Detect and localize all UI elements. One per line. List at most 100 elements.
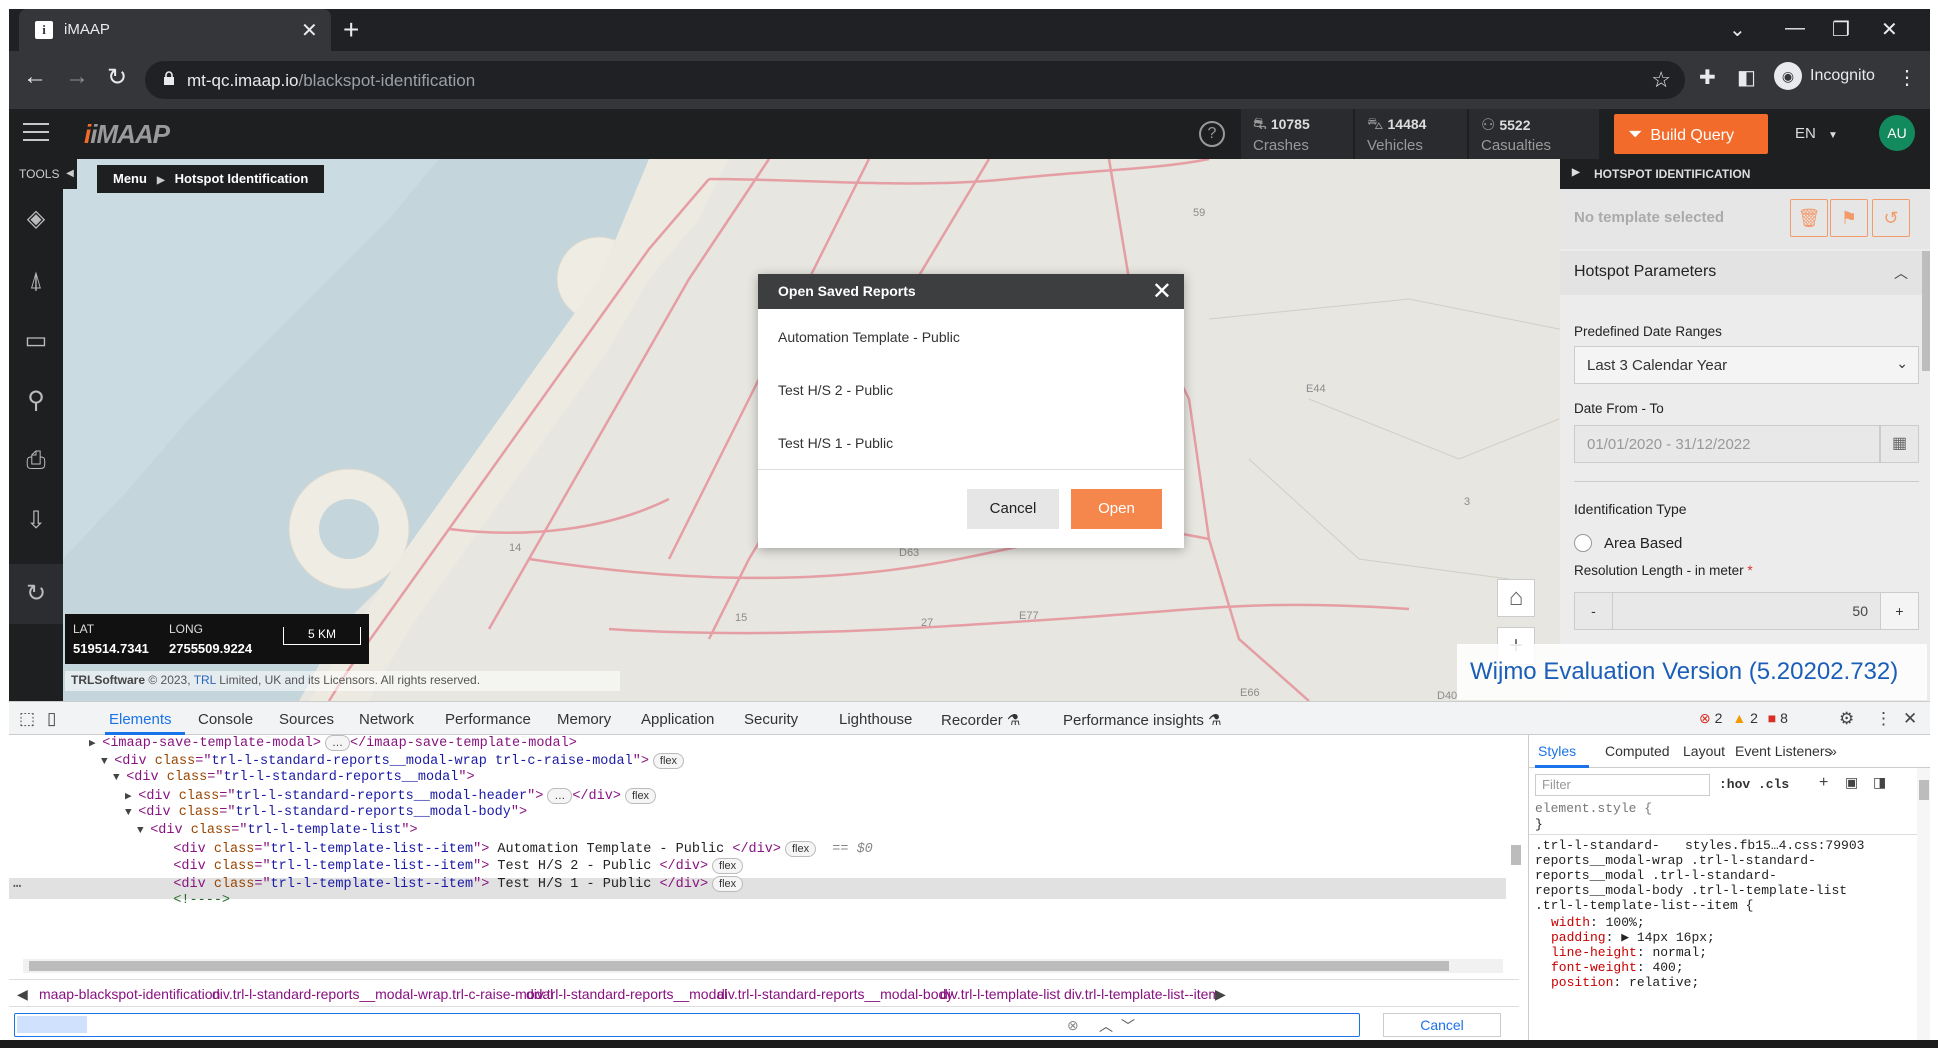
help-icon[interactable]: ?	[1199, 121, 1225, 147]
dom-node-line[interactable]: <div class="trl-l-template-list--item"> …	[149, 875, 744, 898]
device-toolbar-icon[interactable]: ▯	[47, 709, 56, 729]
tab-layout[interactable]: Layout	[1683, 743, 1725, 759]
toggle-sidebar-icon[interactable]: ◨	[1873, 774, 1886, 791]
reload-icon[interactable]: ↻	[107, 63, 127, 92]
window-close-icon[interactable]: ✕	[1881, 17, 1898, 42]
cancel-button[interactable]: Cancel	[967, 489, 1059, 529]
tab-security[interactable]: Security	[744, 711, 798, 728]
node-actions-icon[interactable]: ⋯	[13, 878, 21, 895]
find-next-icon[interactable]: ﹀	[1121, 1016, 1135, 1036]
build-query-button[interactable]: ⏷ Build Query	[1614, 114, 1768, 154]
dom-crumb[interactable]: div.trl-l-template-list	[940, 986, 1060, 1002]
css-property[interactable]: padding: ▶ 14px 16px;	[1551, 930, 1715, 945]
address-bar[interactable]: mt-qc.imaap.io/blackspot-identification …	[145, 61, 1685, 99]
dom-crumb[interactable]: div.trl-l-standard-reports__modal-wrap.t…	[212, 986, 553, 1002]
crumbs-left-arrow-icon[interactable]: ◀	[17, 986, 28, 1003]
area-based-radio[interactable]	[1574, 534, 1592, 552]
color-format-icon[interactable]: ▣	[1845, 774, 1858, 791]
tab-performance[interactable]: Performance	[445, 711, 531, 728]
template-list-item[interactable]: Test H/S 1 - Public	[778, 435, 893, 451]
template-list-item[interactable]: Test H/S 2 - Public	[778, 382, 893, 398]
tab-performance-insights[interactable]: Performance insights ⚗	[1063, 711, 1222, 729]
styles-filter-input[interactable]: Filter	[1535, 774, 1710, 796]
hamburger-menu-icon[interactable]	[23, 123, 49, 143]
css-property[interactable]: position: relative;	[1551, 975, 1699, 990]
close-devtools-icon[interactable]: ✕	[1903, 709, 1917, 729]
date-range-select[interactable]: Last 3 Calendar Year ⌄	[1574, 346, 1919, 384]
back-icon[interactable]: ←	[23, 63, 47, 91]
avatar[interactable]: AU	[1879, 115, 1915, 151]
dom-crumb[interactable]: maap-blackspot-identification	[39, 986, 220, 1002]
clear-icon[interactable]: ⊗	[1067, 1017, 1079, 1034]
css-property[interactable]: font-weight: 400;	[1551, 960, 1684, 975]
decrement-button[interactable]: -	[1575, 593, 1613, 629]
tab-network[interactable]: Network	[359, 711, 414, 728]
tab-recorder[interactable]: Recorder ⚗	[941, 711, 1020, 729]
bookmark-star-icon[interactable]: ☆	[1651, 67, 1671, 93]
tab-console[interactable]: Console	[198, 711, 253, 728]
tab-lighthouse[interactable]: Lighthouse	[839, 711, 912, 728]
minimize-icon[interactable]: —	[1785, 17, 1805, 40]
language-select[interactable]: EN ▼	[1795, 125, 1838, 142]
elements-vertical-scrollbar[interactable]	[1509, 742, 1523, 952]
tab-styles[interactable]: Styles	[1538, 743, 1576, 759]
forward-icon[interactable]: →	[65, 63, 89, 91]
tab-memory[interactable]: Memory	[557, 711, 611, 728]
css-property[interactable]: width: 100%;	[1551, 915, 1645, 930]
pin-icon[interactable]: ⚲	[19, 384, 53, 418]
styles-scrollbar[interactable]	[1917, 768, 1930, 1040]
delete-icon[interactable]: 🗑	[1790, 199, 1828, 237]
issue-counters[interactable]: ⊗ 2 ▲ 2 ■ 8	[1699, 710, 1788, 727]
crumbs-right-arrow-icon[interactable]: ▶	[1215, 986, 1226, 1003]
print-icon[interactable]: ⎙	[19, 444, 53, 478]
tab-event-listeners[interactable]: Event Listeners	[1735, 743, 1832, 759]
tab-application[interactable]: Application	[641, 711, 714, 728]
new-tab-icon[interactable]: +	[343, 14, 359, 46]
layers-icon[interactable]: ◈	[19, 202, 53, 236]
elements-tree[interactable]: ⋯ ▶ <imaap-save-template-modal>… </imaap-…	[9, 735, 1506, 950]
panel-scrollbar[interactable]	[1922, 251, 1930, 371]
inspect-icon[interactable]: ⬚	[19, 709, 35, 729]
dom-crumb[interactable]: div.trl-l-template-list--item	[1064, 986, 1220, 1002]
tab-elements[interactable]: Elements	[109, 711, 172, 728]
tab-close-icon[interactable]: ✕	[301, 18, 318, 43]
css-property[interactable]: line-height: normal;	[1551, 945, 1707, 960]
date-from-to-field[interactable]: 01/01/2020 - 31/12/2022	[1574, 425, 1880, 463]
template-list-item[interactable]: Automation Template - Public	[778, 329, 960, 345]
settings-gear-icon[interactable]: ⚙	[1839, 709, 1854, 729]
extensions-icon[interactable]: ✚	[1699, 65, 1716, 90]
browser-tab[interactable]: i iMAAP ✕	[19, 9, 331, 51]
refresh-icon[interactable]: ↻	[9, 564, 63, 624]
more-options-icon[interactable]: ⋮	[1875, 709, 1892, 729]
chevron-up-icon[interactable]: ︿	[1894, 263, 1908, 283]
download-icon[interactable]: ⇩	[19, 504, 53, 538]
increment-button[interactable]: +	[1880, 593, 1918, 629]
find-prev-icon[interactable]: ︿	[1099, 1016, 1113, 1036]
browser-menu-icon[interactable]: ⋮	[1897, 65, 1917, 90]
collapse-panel-icon[interactable]: ▶	[1572, 167, 1580, 178]
trl-link[interactable]: TRL	[194, 673, 216, 687]
find-input[interactable]	[14, 1013, 1360, 1037]
bookmark-icon[interactable]: ⚑	[1830, 199, 1868, 237]
hotspot-parameters-section[interactable]: Hotspot Parameters ︿	[1560, 251, 1930, 295]
find-cancel-button[interactable]: Cancel	[1383, 1013, 1501, 1037]
tab-sources[interactable]: Sources	[279, 711, 334, 728]
home-icon[interactable]: ⌂	[1497, 579, 1535, 617]
undo-icon[interactable]: ↺	[1872, 199, 1910, 237]
resolution-value[interactable]: 50	[1852, 603, 1868, 619]
dom-crumb[interactable]: div.trl-l-standard-reports__modal	[526, 986, 727, 1002]
styles-filter-tools[interactable]: :hov .cls	[1719, 777, 1789, 792]
restore-icon[interactable]: ❐	[1832, 17, 1850, 42]
dom-node-line[interactable]: <!---->	[149, 893, 230, 915]
calendar-icon[interactable]: ▦	[1880, 425, 1919, 463]
dom-crumb[interactable]: div.trl-l-standard-reports__modal-body	[717, 986, 953, 1002]
close-icon[interactable]: ✕	[1152, 277, 1172, 306]
tab-search-icon[interactable]: ⌄	[1729, 17, 1746, 42]
draw-icon[interactable]: ⍋	[19, 264, 53, 298]
elements-horizontal-scrollbar[interactable]	[23, 959, 1503, 973]
side-panel-icon[interactable]: ◧	[1737, 65, 1756, 90]
collapse-tools-icon[interactable]: ◀	[63, 159, 77, 189]
ruler-icon[interactable]: ▭	[19, 324, 53, 358]
breadcrumb-menu[interactable]: Menu	[113, 171, 147, 186]
map-area[interactable]: E44 E77 E66 D40 D63 59 27 15 14 3 TOOLS …	[9, 159, 1930, 701]
